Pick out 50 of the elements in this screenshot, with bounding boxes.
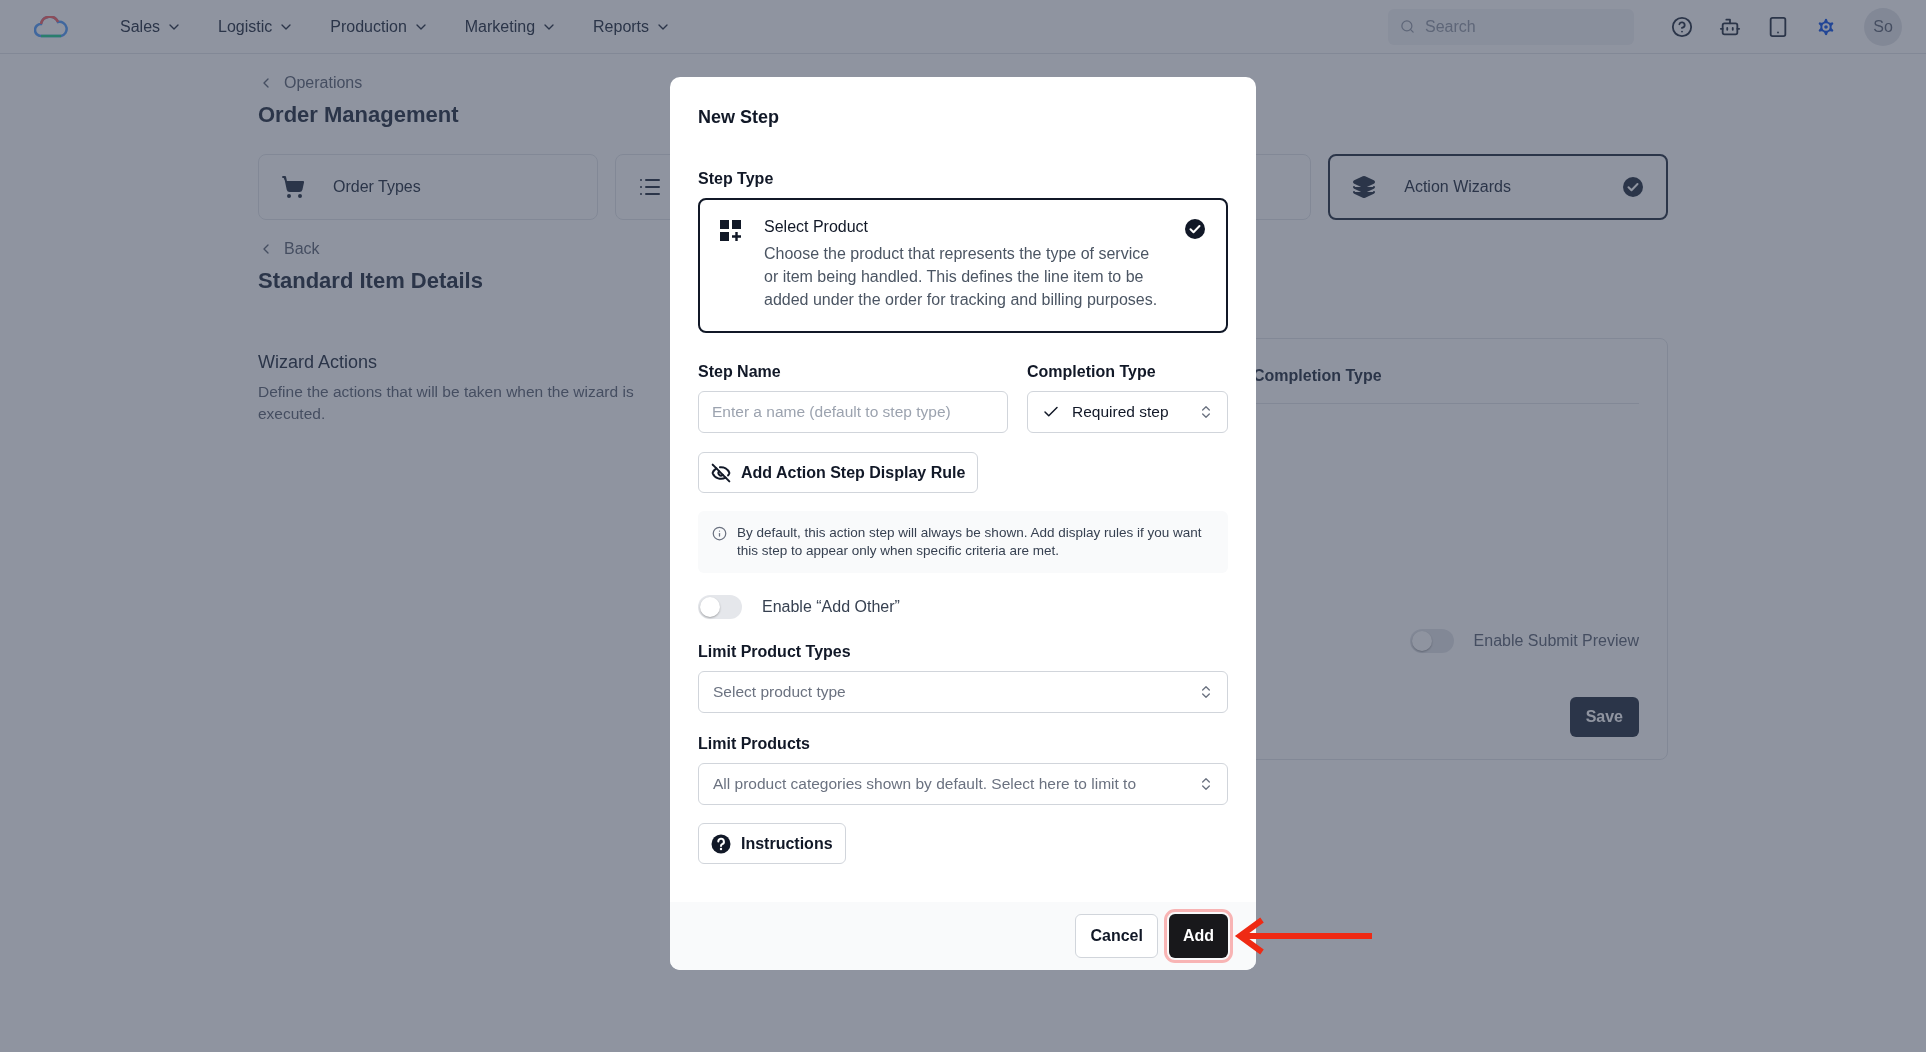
user-avatar[interactable]: So xyxy=(1864,7,1902,46)
check-circle-icon xyxy=(1622,176,1644,198)
search-icon xyxy=(1400,19,1415,34)
option-description: Choose the product that represents the type of service or item being handled. This defines the line item to be added under the order for tracking and billing purposes. xyxy=(764,244,1159,310)
toggle-label: Enable Submit Preview xyxy=(1473,632,1639,650)
breadcrumb-link[interactable]: Operations xyxy=(258,74,363,92)
product-type-select[interactable]: Select product type xyxy=(698,671,1228,713)
step-type-option[interactable]: Select Product Choose the product that represents the type of service or item being handled. This defines the line item to be added under the order for tracking and billing purposes. xyxy=(698,198,1228,333)
tab[interactable]: Action Wizards xyxy=(1328,154,1668,220)
logo-icon[interactable] xyxy=(34,15,68,38)
wizard-actions-heading: Wizard Actions xyxy=(258,352,379,373)
toggle-switch[interactable] xyxy=(698,595,742,619)
eye-off-icon xyxy=(711,462,731,483)
save-button[interactable]: Save xyxy=(1569,697,1639,737)
nav-menu[interactable]: Logistic xyxy=(218,17,295,36)
completion-type-select[interactable]: Required step xyxy=(1027,391,1228,433)
page-title: Order Management xyxy=(258,102,459,128)
step-name-field[interactable]: Enter a name (default to step type) xyxy=(698,391,1008,433)
toggle-switch[interactable] xyxy=(1409,629,1454,653)
back-link[interactable]: Back xyxy=(258,240,320,258)
field-label: Limit Product Types xyxy=(698,643,852,661)
nav-menu[interactable]: Sales xyxy=(120,17,183,36)
check-circle-icon xyxy=(1184,218,1206,240)
field-label: Step Name xyxy=(698,363,782,381)
field-label: Limit Products xyxy=(698,735,811,753)
display-rule-button[interactable]: Add Action Step Display Rule xyxy=(698,452,979,493)
option-title: Select Product xyxy=(764,218,870,236)
tab[interactable]: Order Types xyxy=(258,154,598,220)
column-header: Completion Type xyxy=(1253,367,1383,385)
cart-icon xyxy=(281,175,305,199)
products-select[interactable]: All product categories shown by default. Select here to limit to xyxy=(698,763,1228,805)
cancel-button[interactable]: Cancel xyxy=(1075,914,1158,958)
nav-menu[interactable]: Marketing xyxy=(464,17,558,36)
layers-icon xyxy=(1352,175,1377,199)
help-icon xyxy=(711,833,731,854)
dialog-title: New Step xyxy=(698,107,781,128)
instructions-button[interactable]: Instructions xyxy=(698,823,846,864)
nav-menu[interactable]: Production xyxy=(330,17,429,36)
help-icon xyxy=(1671,15,1693,38)
settings-icon xyxy=(1815,15,1837,38)
toolbar-button[interactable] xyxy=(1671,15,1693,38)
toggle-label: Enable “Add Other” xyxy=(762,598,900,616)
nav-menu[interactable]: Reports xyxy=(593,17,672,36)
field-label: Step Type xyxy=(698,170,775,188)
grid-plus-icon xyxy=(720,220,742,242)
field-label: Completion Type xyxy=(1027,363,1157,381)
wizard-actions-description: Define the actions that will be taken when the wizard is executed. xyxy=(258,382,635,424)
info-text: By default, this action step will always be shown. Add display rules if you want this step to appear only when specific criteria are met. xyxy=(737,524,1203,560)
info-icon xyxy=(712,526,727,541)
section-title: Standard Item Details xyxy=(258,268,483,294)
